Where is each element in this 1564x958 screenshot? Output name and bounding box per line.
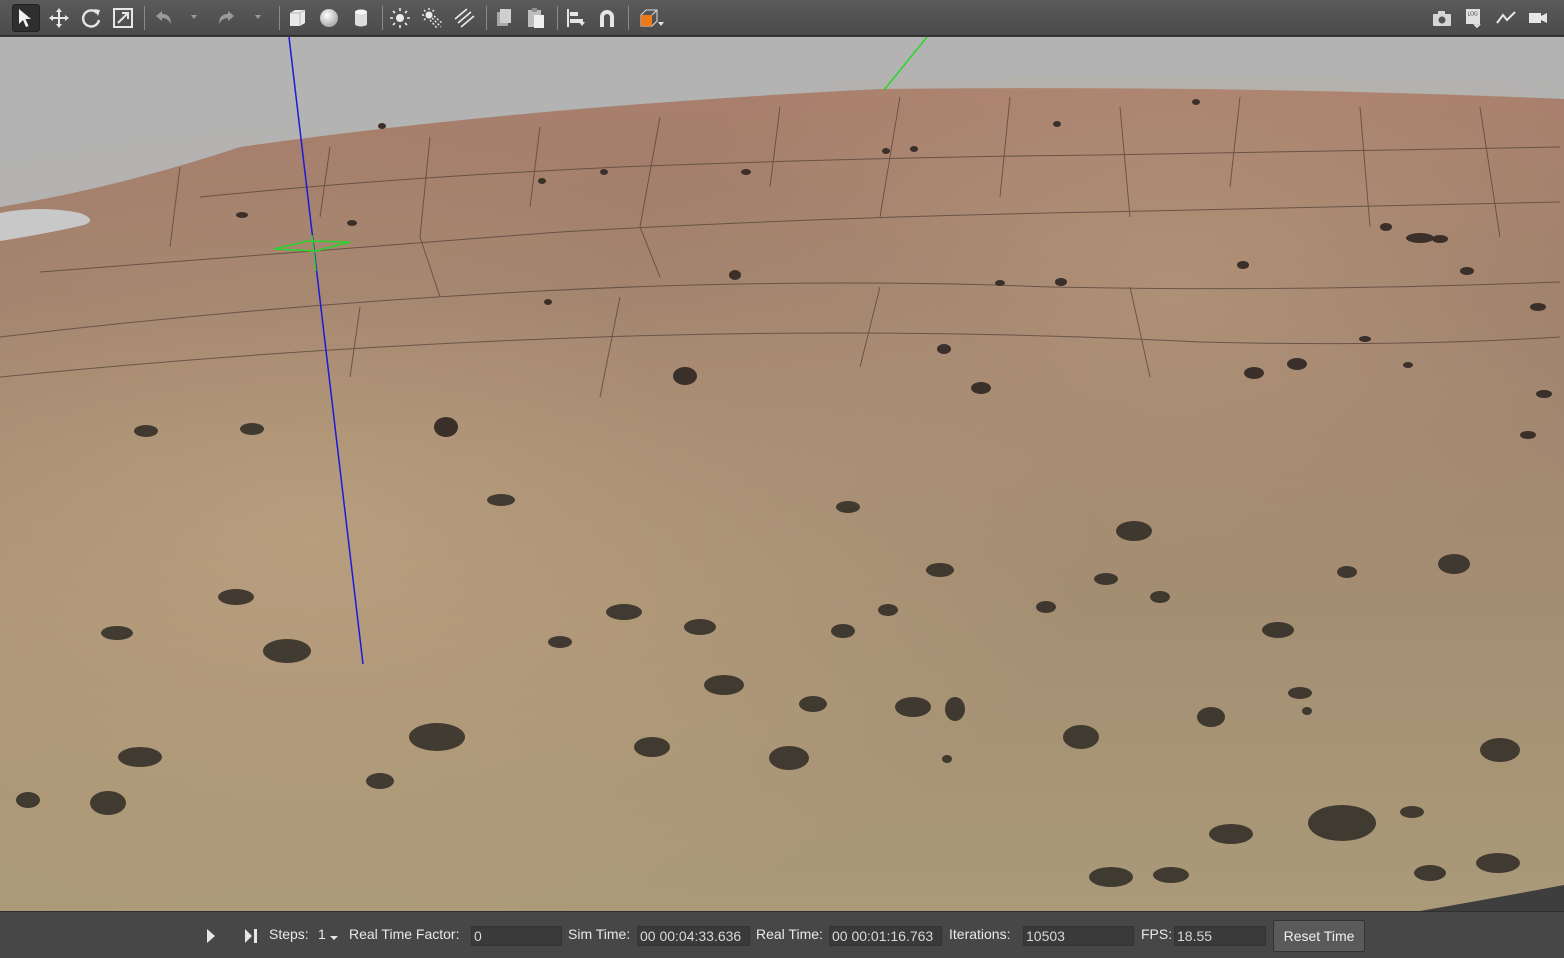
sim-time-field: 00 00:04:33.636: [637, 926, 750, 946]
box-shape-button[interactable]: [283, 4, 311, 32]
toolbar-separator: [486, 6, 487, 30]
play-icon[interactable]: [204, 928, 218, 944]
rtf-label: Real Time Factor:: [349, 926, 460, 942]
screenshot-button[interactable]: [1428, 4, 1456, 32]
reset-time-button[interactable]: Reset Time: [1273, 920, 1365, 952]
toolbar-separator: [382, 6, 383, 30]
copy-button[interactable]: [490, 4, 518, 32]
scene-viewport[interactable]: [0, 37, 1564, 911]
translate-mode-button[interactable]: [45, 4, 73, 32]
sphere-icon: [320, 9, 338, 27]
box-icon: [290, 9, 306, 26]
chevron-down-icon[interactable]: [189, 12, 199, 22]
real-time-field: 00 00:01:16.763: [829, 926, 942, 946]
iterations-field: 10503: [1023, 926, 1134, 946]
directional-light-icon: [454, 8, 475, 28]
record-video-button[interactable]: [1524, 4, 1552, 32]
toolbar-separator: [557, 6, 558, 30]
terrain-highlight: [0, 77, 1564, 911]
rotate-icon: [82, 9, 101, 28]
fps-label: FPS:: [1141, 926, 1173, 942]
plot-button[interactable]: [1492, 4, 1520, 32]
point-light-button[interactable]: [386, 4, 414, 32]
step-icon[interactable]: [242, 927, 260, 945]
spot-light-button[interactable]: [418, 4, 446, 32]
iterations-label: Iterations:: [949, 926, 1011, 942]
copy-icon: [497, 9, 511, 26]
chevron-down-icon[interactable]: [577, 19, 587, 29]
toolbar-separator: [628, 6, 629, 30]
simulation-status-bar: Steps: 1 Real Time Factor: 0 Sim Time: 0…: [0, 911, 1564, 958]
rtf-field: 0: [471, 926, 562, 946]
directional-light-button[interactable]: [450, 4, 478, 32]
paste-button[interactable]: [522, 4, 550, 32]
sphere-shape-button[interactable]: [315, 4, 343, 32]
main-toolbar: LOG: [0, 0, 1564, 36]
redo-icon: [219, 11, 234, 24]
spot-light-icon: [422, 8, 443, 29]
real-time-label: Real Time:: [756, 926, 823, 942]
log-button[interactable]: LOG: [1460, 4, 1488, 32]
rotate-mode-button[interactable]: [77, 4, 105, 32]
magnet-icon: [600, 10, 614, 27]
undo-button[interactable]: [149, 4, 177, 32]
camera-icon: [1433, 11, 1451, 26]
scale-icon: [113, 8, 133, 28]
log-icon: LOG: [1466, 9, 1481, 29]
scale-mode-button[interactable]: [109, 4, 137, 32]
cylinder-shape-button[interactable]: [347, 4, 375, 32]
undo-icon: [156, 11, 171, 24]
video-icon: [1529, 13, 1547, 23]
chevron-down-icon[interactable]: [656, 19, 666, 29]
fps-field: 18.55: [1174, 926, 1266, 946]
redo-button[interactable]: [213, 4, 241, 32]
arrow-cursor-icon: [19, 9, 31, 27]
steps-chevron-down-icon[interactable]: [329, 934, 339, 942]
cylinder-icon: [355, 9, 367, 27]
move-arrows-icon: [49, 8, 69, 28]
chevron-down-icon[interactable]: [253, 12, 263, 22]
toolbar-separator: [279, 6, 280, 30]
terrain-scene: [0, 37, 1564, 911]
steps-label: Steps:: [269, 926, 309, 942]
point-light-icon: [390, 8, 410, 28]
sim-time-label: Sim Time:: [568, 926, 631, 942]
paste-icon: [528, 8, 544, 28]
select-mode-button[interactable]: [12, 4, 40, 32]
plot-icon: [1496, 11, 1516, 24]
toolbar-separator: [144, 6, 145, 30]
log-icon-text: LOG: [1468, 12, 1479, 18]
steps-value[interactable]: 1: [318, 926, 326, 942]
snap-button[interactable]: [593, 4, 621, 32]
